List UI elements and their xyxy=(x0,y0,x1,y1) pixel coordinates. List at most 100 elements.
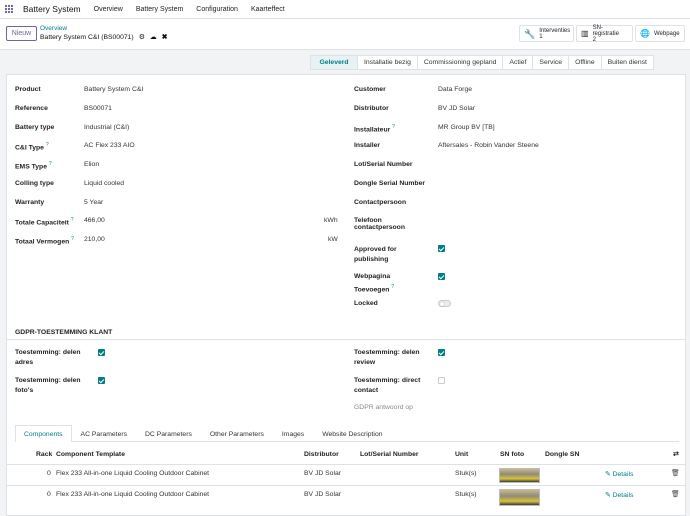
gdpr-review-label: Toestemming: delen review xyxy=(354,349,420,366)
discard-icon[interactable]: ✖ xyxy=(162,33,168,41)
details-button[interactable]: ✎ Details xyxy=(605,470,633,478)
new-button[interactable]: Nieuw xyxy=(6,26,37,41)
cloud-upload-icon[interactable]: ☁ xyxy=(150,33,157,41)
ci-type-label: C&I Type ? xyxy=(15,142,49,152)
interventies-smart-button[interactable]: 🔧 Interventies 1 xyxy=(519,25,574,42)
stage-commissioning-gepland[interactable]: Commissioning gepland xyxy=(416,56,503,69)
lot-label: Lot/Serial Number xyxy=(354,161,413,168)
column-settings-icon[interactable]: ⇄ xyxy=(673,450,679,458)
rack-cell: 0 xyxy=(47,470,51,477)
barcode-icon: ▥ xyxy=(581,28,589,38)
tab-website-description[interactable]: Website Description xyxy=(313,425,391,442)
gdpr-antwoord-label: GDPR antwoord op xyxy=(354,404,413,411)
menu-kaarteffect[interactable]: Kaarteffect xyxy=(251,6,285,13)
col-lot[interactable]: Lot/Serial Number xyxy=(360,451,419,458)
gdpr-adres-label: Toestemming: delen adres xyxy=(15,349,81,366)
table-row[interactable]: 0 Flex 233 All-in-one Liquid Cooling Out… xyxy=(7,464,685,485)
locked-toggle[interactable] xyxy=(438,300,451,307)
stage-offline[interactable]: Offline xyxy=(568,56,601,69)
gdpr-section-title: GDPR-TOESTEMMING KLANT xyxy=(15,329,113,336)
col-rack[interactable]: Rack xyxy=(36,451,52,458)
menu-configuration[interactable]: Configuration xyxy=(196,6,238,13)
reference-field[interactable]: BS00071 xyxy=(84,105,112,112)
ems-type-field[interactable]: Elion xyxy=(84,161,99,168)
col-distributor[interactable]: Distributor xyxy=(304,451,339,458)
sn-registratie-smart-button[interactable]: ▥ SN-registratie 2 xyxy=(576,25,633,43)
battery-type-field[interactable]: Industrial (C&I) xyxy=(84,124,129,131)
breadcrumb-overview[interactable]: Overview xyxy=(40,25,67,32)
menu-battery-system[interactable]: Battery System xyxy=(136,6,183,13)
wrench-icon: 🔧 xyxy=(524,28,536,39)
statusbar: Geleverd Installatie bezig Commissioning… xyxy=(0,50,690,72)
customer-field[interactable]: Data Forge xyxy=(438,86,472,93)
sn-photo-image[interactable] xyxy=(499,489,540,506)
gdpr-contact-checkbox[interactable] xyxy=(438,377,445,384)
distributor-field[interactable]: BV JD Solar xyxy=(438,105,475,112)
ci-type-field[interactable]: AC Flex 233 AIO xyxy=(84,142,135,149)
installateur-field[interactable]: MR Group BV [TB] xyxy=(438,124,495,131)
warranty-field[interactable]: 5 Year xyxy=(84,199,103,206)
gdpr-review-checkbox[interactable] xyxy=(438,349,445,356)
col-template[interactable]: Component Template xyxy=(56,451,125,458)
pencil-icon: ✎ xyxy=(605,492,611,499)
installateur-label: Installateur ? xyxy=(354,124,395,134)
trash-icon[interactable]: 🗑 xyxy=(671,469,680,477)
approved-checkbox[interactable] xyxy=(438,245,445,252)
stage-service[interactable]: Service xyxy=(532,56,568,69)
table-row[interactable]: 0 Flex 233 All-in-one Liquid Cooling Out… xyxy=(7,485,685,506)
product-field[interactable]: Battery System C&I xyxy=(84,86,143,93)
locked-label: Locked xyxy=(354,300,378,307)
tab-other-parameters[interactable]: Other Parameters xyxy=(201,425,273,442)
tab-dc-parameters[interactable]: DC Parameters xyxy=(136,425,201,442)
trash-icon[interactable]: 🗑 xyxy=(671,490,680,498)
template-cell: Flex 233 All-in-one Liquid Cooling Outdo… xyxy=(56,491,210,498)
capaciteit-field[interactable]: 466,00 xyxy=(84,217,105,224)
rack-cell: 0 xyxy=(47,491,51,498)
status-stages: Geleverd Installatie bezig Commissioning… xyxy=(310,55,654,70)
details-button[interactable]: ✎ Details xyxy=(605,491,633,499)
stage-buiten-dienst[interactable]: Buiten dienst xyxy=(600,56,653,69)
help-icon[interactable]: ? xyxy=(49,161,52,167)
pencil-icon: ✎ xyxy=(605,471,611,478)
stage-installatie-bezig[interactable]: Installatie bezig xyxy=(357,56,417,69)
installer-label: Installer xyxy=(354,142,381,149)
help-icon[interactable]: ? xyxy=(46,142,49,148)
col-sn-foto[interactable]: SN foto xyxy=(500,451,524,458)
tab-images[interactable]: Images xyxy=(273,425,313,442)
colling-type-label: Colling type xyxy=(15,180,54,187)
template-cell: Flex 233 All-in-one Liquid Cooling Outdo… xyxy=(56,470,210,477)
app-brand[interactable]: Battery System xyxy=(23,4,81,14)
gdpr-adres-checkbox[interactable] xyxy=(98,349,105,356)
distributor-cell: BV JD Solar xyxy=(304,491,342,498)
col-unit[interactable]: Unit xyxy=(455,451,468,458)
contactpersoon-label: Contactpersoon xyxy=(354,199,407,206)
colling-type-field[interactable]: Liquid cooled xyxy=(84,180,124,187)
app-menu-icon[interactable] xyxy=(5,4,14,14)
approved-label: Approved for publishing xyxy=(354,246,397,263)
webpage-smart-button[interactable]: 🌐 Webpage xyxy=(635,25,685,42)
sn-photo-image[interactable] xyxy=(499,468,540,483)
globe-icon: 🌐 xyxy=(640,28,650,38)
stage-geleverd[interactable]: Geleverd xyxy=(311,56,357,69)
help-icon[interactable]: ? xyxy=(391,284,394,290)
col-dongle[interactable]: Dongle SN xyxy=(545,451,579,458)
top-navbar: Battery System Overview Battery System C… xyxy=(0,0,690,19)
vermogen-field[interactable]: 210,00 xyxy=(84,236,105,243)
warranty-label: Warranty xyxy=(15,199,45,206)
kwh-unit: kWh xyxy=(324,217,338,224)
help-icon[interactable]: ? xyxy=(392,124,395,130)
reference-label: Reference xyxy=(15,105,48,112)
gear-icon[interactable]: ⚙ xyxy=(139,33,145,41)
webpagina-checkbox[interactable] xyxy=(438,273,445,280)
tab-components[interactable]: Components xyxy=(15,425,72,442)
menu-overview[interactable]: Overview xyxy=(94,6,123,13)
help-icon[interactable]: ? xyxy=(71,236,74,242)
battery-type-label: Battery type xyxy=(15,124,55,131)
tab-ac-parameters[interactable]: AC Parameters xyxy=(72,425,136,442)
help-icon[interactable]: ? xyxy=(71,217,74,223)
stage-actief[interactable]: Actief xyxy=(502,56,532,69)
installer-field[interactable]: Aftersales - Robin Vander Steene xyxy=(438,142,539,149)
gdpr-fotos-checkbox[interactable] xyxy=(98,377,105,384)
control-panel: Nieuw Overview Battery System C&I (BS000… xyxy=(0,19,690,50)
dongle-label: Dongle Serial Number xyxy=(354,180,426,187)
